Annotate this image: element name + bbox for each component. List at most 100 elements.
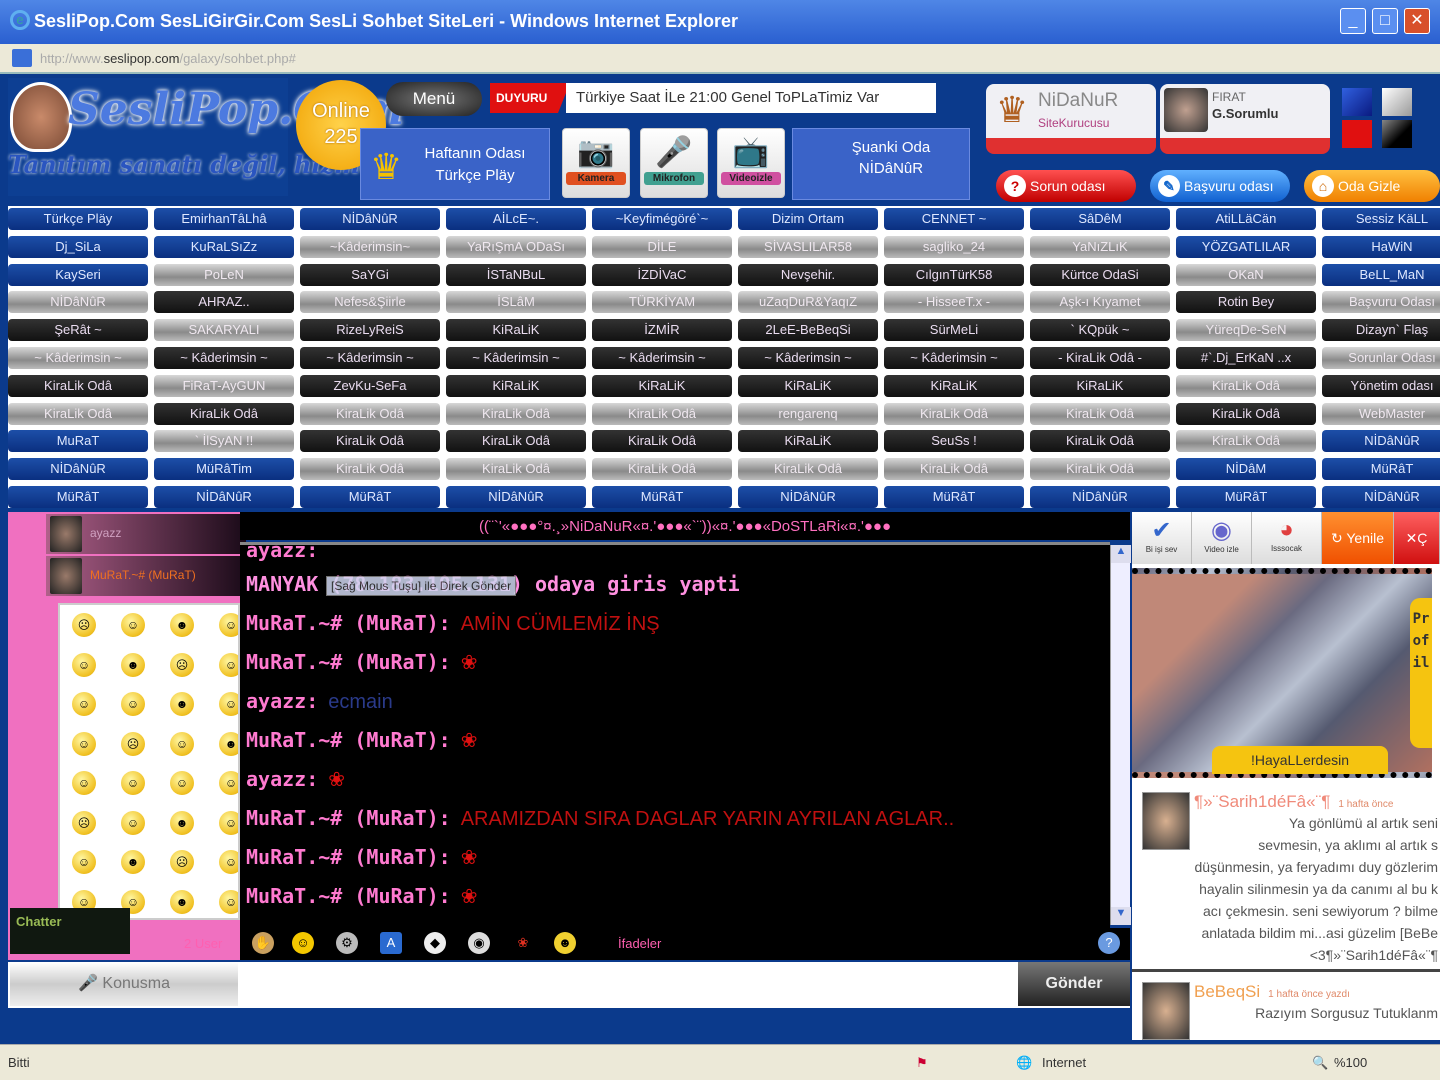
user-list-item[interactable]: MuRaT.~# (MuRaT) [46,556,246,596]
menu-button[interactable]: Menü [386,82,482,116]
zoom-level[interactable]: %100 [1334,1055,1367,1070]
emoticon-icon[interactable]: ☺ [170,731,194,756]
room-button[interactable]: KiraLik Odâ [300,402,440,425]
room-button[interactable]: AHRAZ.. [154,291,294,314]
color-icon[interactable]: ◆ [424,932,446,954]
room-button[interactable]: ~ Kâderimsin ~ [446,347,586,369]
room-button[interactable]: Nefes&Şiirle [300,291,440,314]
emoticon-bag-icon[interactable]: ☻ [554,932,576,954]
font-icon[interactable]: A [380,932,402,954]
room-button[interactable]: KiraLik Odâ [592,458,732,481]
room-button[interactable]: FiRaT-AyGUN [154,374,294,397]
room-button[interactable]: NİDâNûR [738,486,878,508]
emoticon-icon[interactable]: ☹ [121,731,145,756]
message-sender[interactable]: MuRaT.~# (MuRaT): [246,884,451,908]
emoticon-icon[interactable]: ☻ [170,613,194,637]
message-sender[interactable]: MuRaT.~# (MuRaT): [246,806,451,830]
room-button[interactable]: MüRâT [8,486,148,508]
room-button[interactable]: Nevşehir. [738,263,878,286]
theme-blue-swatch[interactable] [1342,88,1372,116]
room-button[interactable]: KiraLik Odâ [1030,458,1170,481]
room-button[interactable]: KiRaLiK [884,374,1024,397]
room-button[interactable]: KiraLik Odâ [154,402,294,425]
room-button[interactable]: KiraLik Odâ [884,402,1024,425]
scroll-down-icon[interactable]: ▼ [1111,907,1131,925]
room-button[interactable]: DİLE [592,235,732,258]
room-button[interactable]: KiRaLiK [738,430,878,453]
emoticon-icon[interactable]: ☻ [170,889,194,914]
post-avatar[interactable] [1142,982,1190,1040]
profile-tab[interactable]: Profil [1410,598,1432,748]
room-button[interactable]: 2LeE-BeBeqSi [738,319,878,342]
smiley-icon[interactable]: ☺ [292,932,314,954]
emoticon-icon[interactable]: ☺ [121,613,145,637]
emoticons-label[interactable]: İfadeler [618,936,661,951]
room-button[interactable]: KiraLik Odâ [446,430,586,453]
send-button[interactable]: Gönder [1018,962,1130,1006]
room-button[interactable]: NİDâNûR [8,458,148,481]
emoticon-icon[interactable]: ☻ [170,692,194,716]
theme-silver-swatch[interactable] [1382,88,1412,116]
room-button[interactable]: MüRâTim [154,458,294,481]
settings-icon[interactable]: ⚙ [336,932,358,954]
emoticon-icon[interactable]: ☹ [170,850,194,874]
user-list-item[interactable]: ayazz [46,514,246,554]
room-button[interactable]: NİDâNûR [1322,430,1440,453]
room-button[interactable]: SâDêM [1030,208,1170,230]
room-button[interactable]: Dj_SiLa [8,235,148,258]
site-logo[interactable]: SesliPop.Com Tanıtım sanatı değil, hizmet… [8,78,494,196]
camera-button[interactable]: 📷 Kamera [562,128,630,198]
room-button[interactable]: HaWiN [1322,235,1440,258]
emoticon-icon[interactable]: ☺ [219,850,238,874]
room-button[interactable]: EmirhanTâLhâ [154,208,294,230]
room-button[interactable]: NİDâNûR [8,291,148,314]
post-author[interactable]: ¶»¨Sarih1déFâ«¨¶ [1194,792,1330,811]
room-button[interactable]: KiraLik Odâ [300,458,440,481]
refresh-button[interactable]: ↻ Yenile [1322,512,1394,564]
room-button[interactable]: RizeLyReiS [300,319,440,342]
room-button[interactable]: MüRâT [300,486,440,508]
room-button[interactable]: Başvuru Odası [1322,291,1440,314]
room-button[interactable]: KiRaLiK [592,374,732,397]
room-button[interactable]: KiraLik Odâ [592,430,732,453]
scroll-up-icon[interactable]: ▲ [1111,545,1131,563]
room-button[interactable]: ` İlSyAN !! [154,430,294,453]
room-button[interactable]: Dizayn` Flaş [1322,319,1440,342]
room-button[interactable]: ~ Kâderimsin ~ [884,347,1024,369]
toolbar-button-video[interactable]: ◉ Video izle [1192,512,1252,564]
room-button[interactable]: NİDâM [1176,458,1316,481]
room-button[interactable]: KiraLik Odâ [8,402,148,425]
room-button[interactable]: ~ Kâderimsin ~ [738,347,878,369]
emoticon-icon[interactable]: ☺ [170,771,194,795]
emoticon-icon[interactable]: ☺ [72,652,96,677]
room-button[interactable]: ~ Kâderimsin ~ [8,347,148,369]
room-button[interactable]: KiraLik Odâ [1176,430,1316,453]
exit-button[interactable]: ✕Ç [1394,512,1440,564]
room-button[interactable]: KiRaLiK [446,319,586,342]
room-button[interactable]: MuRaT [8,430,148,453]
room-button[interactable]: ~Keyfimégöré`~ [592,208,732,230]
room-button[interactable]: NİDâNûR [1030,486,1170,508]
room-button[interactable]: KiRaLiK [446,374,586,397]
microphone-button[interactable]: 🎤 Mikrofon [640,128,708,198]
message-sender[interactable]: ayazz: [246,689,318,713]
room-button[interactable]: İSLâM [446,291,586,314]
room-button[interactable]: Kürtce OdaSi [1030,263,1170,286]
room-button[interactable]: KiraLik Odâ [1030,430,1170,453]
post-author[interactable]: BeBeqSi [1194,982,1260,1001]
hand-icon[interactable]: ✋ [252,932,274,954]
maximize-button[interactable]: □ [1372,8,1398,34]
message-input[interactable] [240,962,1016,1006]
room-button[interactable]: CılgınTürK58 [884,263,1024,286]
emoticon-icon[interactable]: ☺ [72,850,96,874]
room-button[interactable]: - HisseeT.x - [884,291,1024,314]
message-sender[interactable]: MuRaT.~# (MuRaT): [246,650,451,674]
room-button[interactable]: ~ Kâderimsin ~ [154,347,294,369]
room-button[interactable]: NİDâNûR [1322,486,1440,508]
room-button[interactable]: PoLeN [154,263,294,286]
room-button[interactable]: KiraLik Odâ [884,458,1024,481]
emoticon-icon[interactable]: ☺ [219,613,238,637]
room-button[interactable]: MüRâT [884,486,1024,508]
emoticon-icon[interactable]: ☺ [72,731,96,756]
room-button[interactable]: KiraLik Odâ [446,458,586,481]
